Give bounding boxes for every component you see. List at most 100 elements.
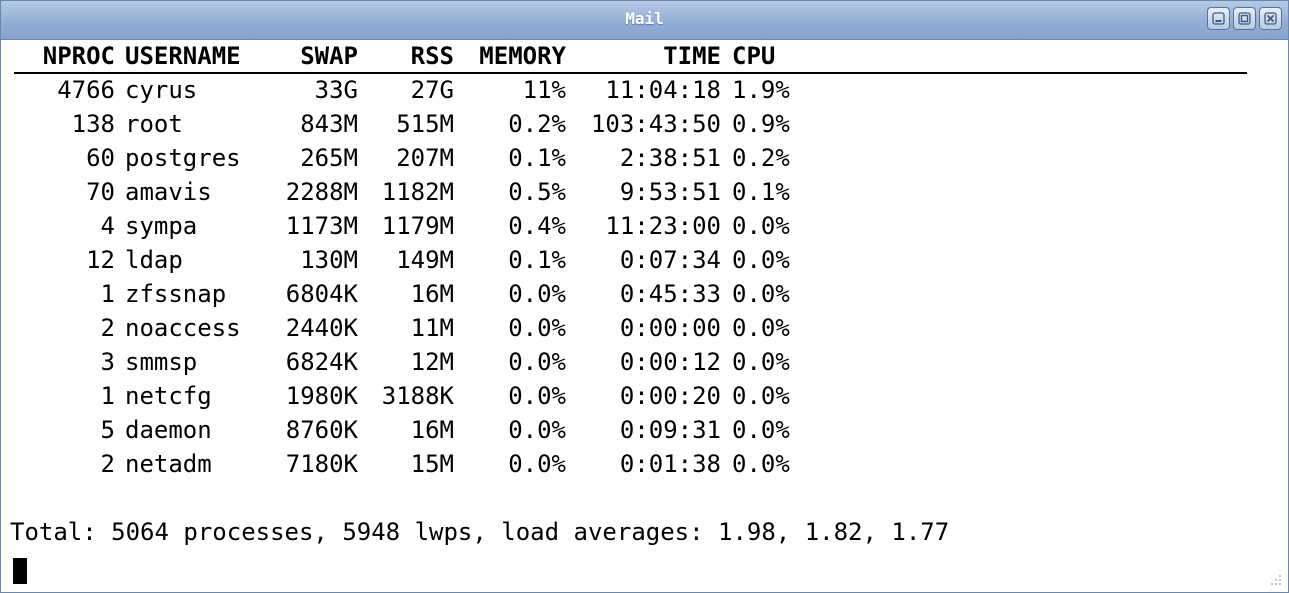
- table-row: 4766 cyrus 33G 27G 11% 11:04:18 1.9%: [10, 73, 1288, 107]
- cell-swap: 1980K: [285, 382, 358, 410]
- cell-username: daemon: [125, 416, 212, 444]
- table-body: 4766 cyrus 33G 27G 11% 11:04:18 1.9% 138 root 843…: [10, 73, 1288, 481]
- cell-rss: 11M: [410, 314, 454, 342]
- cell-username: root: [125, 110, 183, 138]
- cell-memory: 0.1%: [508, 144, 566, 172]
- cell-memory: 0.4%: [508, 212, 566, 240]
- minimize-button[interactable]: [1207, 7, 1230, 30]
- cell-rss: 12M: [410, 348, 454, 376]
- cell-username: postgres: [125, 144, 241, 172]
- cell-cpu: 0.0%: [732, 280, 790, 308]
- close-icon: [1264, 12, 1277, 25]
- maximize-icon: [1238, 12, 1251, 25]
- cell-time: 2:38:51: [619, 144, 721, 172]
- terminal-area[interactable]: NPROC USERNAME SWAP RSS MEMORY TIME CPU …: [10, 39, 1288, 592]
- cell-cpu: 0.0%: [732, 314, 790, 342]
- table-row: 1 zfssnap 6804K 16M 0.0% 0:45:33 0.0%: [10, 277, 1288, 311]
- cell-cpu: 0.0%: [732, 212, 790, 240]
- window-title: Mail: [625, 9, 664, 28]
- cell-cpu: 0.0%: [732, 348, 790, 376]
- minimize-icon: [1212, 12, 1225, 25]
- cell-nproc: 2: [100, 450, 115, 478]
- cell-swap: 130M: [300, 246, 358, 274]
- cell-cpu: 1.9%: [732, 76, 790, 104]
- cell-username: zfssnap: [125, 280, 227, 308]
- cell-nproc: 1: [100, 382, 115, 410]
- table-row: 60 postgres 265M 207M 0.1% 2:38:51 0.2%: [10, 141, 1288, 175]
- table-row: 5 daemon 8760K 16M 0.0% 0:09:31 0.0%: [10, 413, 1288, 447]
- column-header-rss: RSS: [410, 42, 454, 70]
- cell-swap: 843M: [300, 110, 358, 138]
- table-row: 1 netcfg 1980K 3188K 0.0% 0:00:20 0.0%: [10, 379, 1288, 413]
- table-row: 70 amavis 2288M 1182M 0.5% 9:53:51 0.1%: [10, 175, 1288, 209]
- table-row: 2 noaccess 2440K 11M 0.0% 0:00:00 0.0%: [10, 311, 1288, 345]
- cell-rss: 149M: [396, 246, 454, 274]
- cell-time: 0:00:20: [619, 382, 721, 410]
- cell-username: sympa: [125, 212, 198, 240]
- table-row: 3 smmsp 6824K 12M 0.0% 0:00:12 0.0%: [10, 345, 1288, 379]
- cell-username: netadm: [125, 450, 212, 478]
- cell-time: 11:04:18: [605, 76, 721, 104]
- cell-username: amavis: [125, 178, 212, 206]
- resize-grip-icon[interactable]: [1268, 572, 1282, 586]
- cell-memory: 0.0%: [508, 348, 566, 376]
- cell-nproc: 4766: [57, 76, 115, 104]
- summary-line: Total: 5064 processes, 5948 lwps, load a…: [10, 518, 950, 546]
- terminal-window: Mail NPROC USERNAME SWAP RSS MEMORY TIME…: [0, 0, 1289, 593]
- title-bar[interactable]: Mail: [1, 1, 1288, 40]
- cell-cpu: 0.1%: [732, 178, 790, 206]
- cell-time: 0:00:00: [619, 314, 721, 342]
- maximize-button[interactable]: [1233, 7, 1256, 30]
- cell-nproc: 1: [100, 280, 115, 308]
- cell-rss: 27G: [410, 76, 454, 104]
- cell-username: ldap: [125, 246, 183, 274]
- cell-swap: 265M: [300, 144, 358, 172]
- text-cursor: [13, 558, 27, 584]
- cell-memory: 11%: [522, 76, 566, 104]
- cell-nproc: 2: [100, 314, 115, 342]
- cell-nproc: 70: [86, 178, 115, 206]
- cell-rss: 515M: [396, 110, 454, 138]
- cell-rss: 1182M: [381, 178, 454, 206]
- cell-time: 0:09:31: [619, 416, 721, 444]
- column-header-nproc: NPROC: [42, 42, 115, 70]
- cell-time: 0:01:38: [619, 450, 721, 478]
- table-row: 138 root 843M 515M 0.2% 103:43:50 0.9%: [10, 107, 1288, 141]
- cell-rss: 1179M: [381, 212, 454, 240]
- cell-cpu: 0.9%: [732, 110, 790, 138]
- cell-rss: 16M: [410, 416, 454, 444]
- cell-swap: 6824K: [285, 348, 358, 376]
- cell-memory: 0.0%: [508, 382, 566, 410]
- table-row: 4 sympa 1173M 1179M 0.4% 11:23:00 0.0%: [10, 209, 1288, 243]
- cell-rss: 207M: [396, 144, 454, 172]
- close-button[interactable]: [1259, 7, 1282, 30]
- cell-nproc: 138: [71, 110, 115, 138]
- table-row: 12 ldap 130M 149M 0.1% 0:07:34 0.0%: [10, 243, 1288, 277]
- cell-username: noaccess: [125, 314, 241, 342]
- header-rule: [14, 72, 1247, 74]
- cell-swap: 2288M: [285, 178, 358, 206]
- table-header: NPROC USERNAME SWAP RSS MEMORY TIME CPU: [10, 39, 1288, 73]
- cell-time: 0:45:33: [619, 280, 721, 308]
- column-header-time: TIME: [663, 42, 721, 70]
- cell-time: 9:53:51: [619, 178, 721, 206]
- cell-time: 0:00:12: [619, 348, 721, 376]
- column-header-username: USERNAME: [125, 42, 241, 70]
- cell-cpu: 0.2%: [732, 144, 790, 172]
- cell-time: 103:43:50: [590, 110, 721, 138]
- cell-cpu: 0.0%: [732, 416, 790, 444]
- cell-cpu: 0.0%: [732, 382, 790, 410]
- cell-rss: 16M: [410, 280, 454, 308]
- cell-nproc: 3: [100, 348, 115, 376]
- cell-time: 0:07:34: [619, 246, 721, 274]
- cell-swap: 2440K: [285, 314, 358, 342]
- cell-swap: 6804K: [285, 280, 358, 308]
- cell-memory: 0.0%: [508, 280, 566, 308]
- cell-rss: 15M: [410, 450, 454, 478]
- column-header-swap: SWAP: [300, 42, 358, 70]
- cell-time: 11:23:00: [605, 212, 721, 240]
- cell-cpu: 0.0%: [732, 450, 790, 478]
- cell-nproc: 5: [100, 416, 115, 444]
- cell-swap: 33G: [314, 76, 358, 104]
- window-controls: [1207, 7, 1282, 30]
